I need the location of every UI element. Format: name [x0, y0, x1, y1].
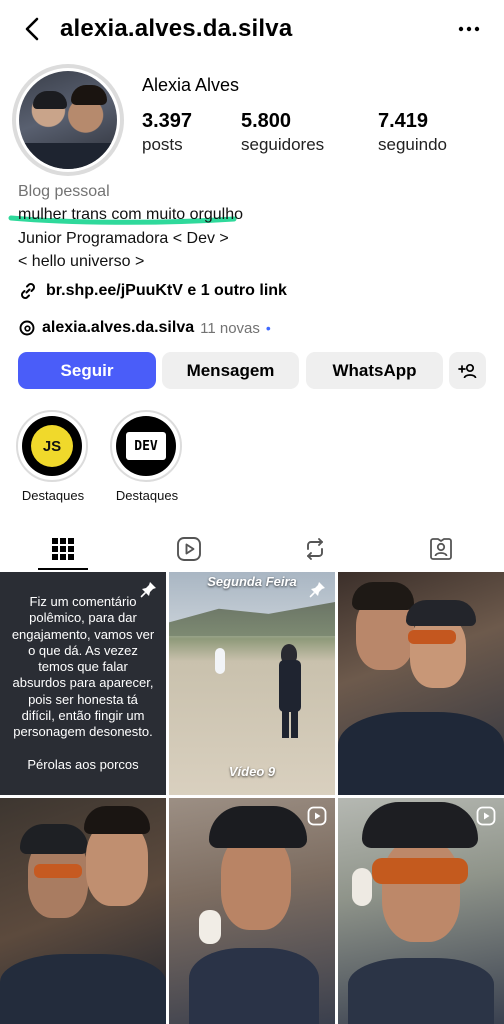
reels-icon — [177, 537, 201, 561]
grid-icon — [52, 538, 74, 560]
tab-reposts[interactable] — [252, 528, 378, 570]
threads-badge[interactable]: alexia.alves.da.silva 11 novas • — [18, 317, 271, 339]
reels-badge-icon — [476, 806, 496, 826]
suggest-users-button[interactable] — [449, 352, 486, 389]
post-reel-tile[interactable] — [169, 798, 335, 1024]
posts-grid: Fiz um comentário polêmico, para dar eng… — [0, 572, 504, 1024]
followers-stat[interactable]: 5.800 seguidores — [241, 110, 324, 155]
tagged-icon — [430, 538, 452, 560]
threads-icon — [19, 320, 35, 336]
message-button[interactable]: Mensagem — [162, 352, 299, 389]
posts-label: posts — [142, 135, 183, 154]
following-count: 7.419 — [378, 110, 429, 132]
dev-logo-icon: DEV — [126, 432, 166, 460]
highlight-dev[interactable]: DEV Destaques — [110, 410, 184, 503]
post-photo-tile[interactable] — [0, 798, 166, 1024]
posts-count: 3.397 — [142, 110, 193, 132]
back-button[interactable] — [18, 14, 48, 44]
profile-tabs — [0, 528, 504, 570]
avatar[interactable] — [12, 64, 124, 176]
pin-icon — [309, 582, 325, 598]
profile-username: alexia.alves.da.silva — [60, 15, 293, 42]
js-logo-icon: JS — [31, 425, 73, 467]
video-bottom-caption: Vídeo 9 — [228, 764, 276, 779]
post-reel-tile[interactable] — [338, 798, 504, 1024]
bio-line-1: mulher trans com muito orgulho — [18, 206, 243, 223]
posts-stat[interactable]: 3.397 posts — [142, 110, 192, 155]
top-bar: alexia.alves.da.silva — [0, 0, 504, 60]
threads-new-count: 11 novas — [200, 319, 260, 337]
bio-line-2: Junior Programadora < Dev > — [18, 230, 229, 247]
link-icon — [21, 283, 35, 299]
more-options-button[interactable] — [454, 16, 484, 42]
bio-link[interactable]: br.shp.ee/jPuuKtV e 1 outro link — [18, 280, 287, 302]
pin-icon — [140, 582, 156, 598]
whatsapp-button[interactable]: WhatsApp — [306, 352, 443, 389]
highlight-label: Destaques — [115, 488, 179, 503]
post-video-tile[interactable]: Segunda Feira Vídeo 9 — [169, 572, 335, 795]
reels-badge-icon — [307, 806, 327, 826]
post-text: Fiz um comentário polêmico, para dar eng… — [11, 594, 155, 772]
display-name: Alexia Alves — [142, 75, 240, 95]
follow-button[interactable]: Seguir — [18, 352, 156, 389]
avatar-photo — [19, 71, 117, 169]
followers-count: 5.800 — [241, 110, 292, 132]
post-text-tile[interactable]: Fiz um comentário polêmico, para dar eng… — [0, 572, 166, 795]
bio-link-text: br.shp.ee/jPuuKtV e 1 outro link — [46, 282, 287, 299]
highlight-js[interactable]: JS Destaques — [16, 410, 90, 503]
ellipsis-icon — [458, 26, 480, 32]
bio-category: Blog pessoal — [18, 183, 110, 200]
post-photo-tile[interactable] — [338, 572, 504, 795]
repost-icon — [307, 538, 323, 560]
tab-reels[interactable] — [126, 528, 252, 570]
bio-line-3: < hello universo > — [18, 253, 145, 270]
add-user-icon — [457, 363, 476, 378]
threads-handle: alexia.alves.da.silva — [42, 319, 195, 336]
new-indicator-dot: • — [265, 320, 271, 336]
highlight-label: Destaques — [21, 488, 85, 503]
followers-label: seguidores — [241, 135, 325, 154]
tab-tagged[interactable] — [378, 528, 504, 570]
tab-posts-grid[interactable] — [0, 528, 126, 570]
following-stat[interactable]: 7.419 seguindo — [378, 110, 447, 155]
following-label: seguindo — [378, 135, 448, 154]
chevron-left-icon — [25, 17, 39, 41]
